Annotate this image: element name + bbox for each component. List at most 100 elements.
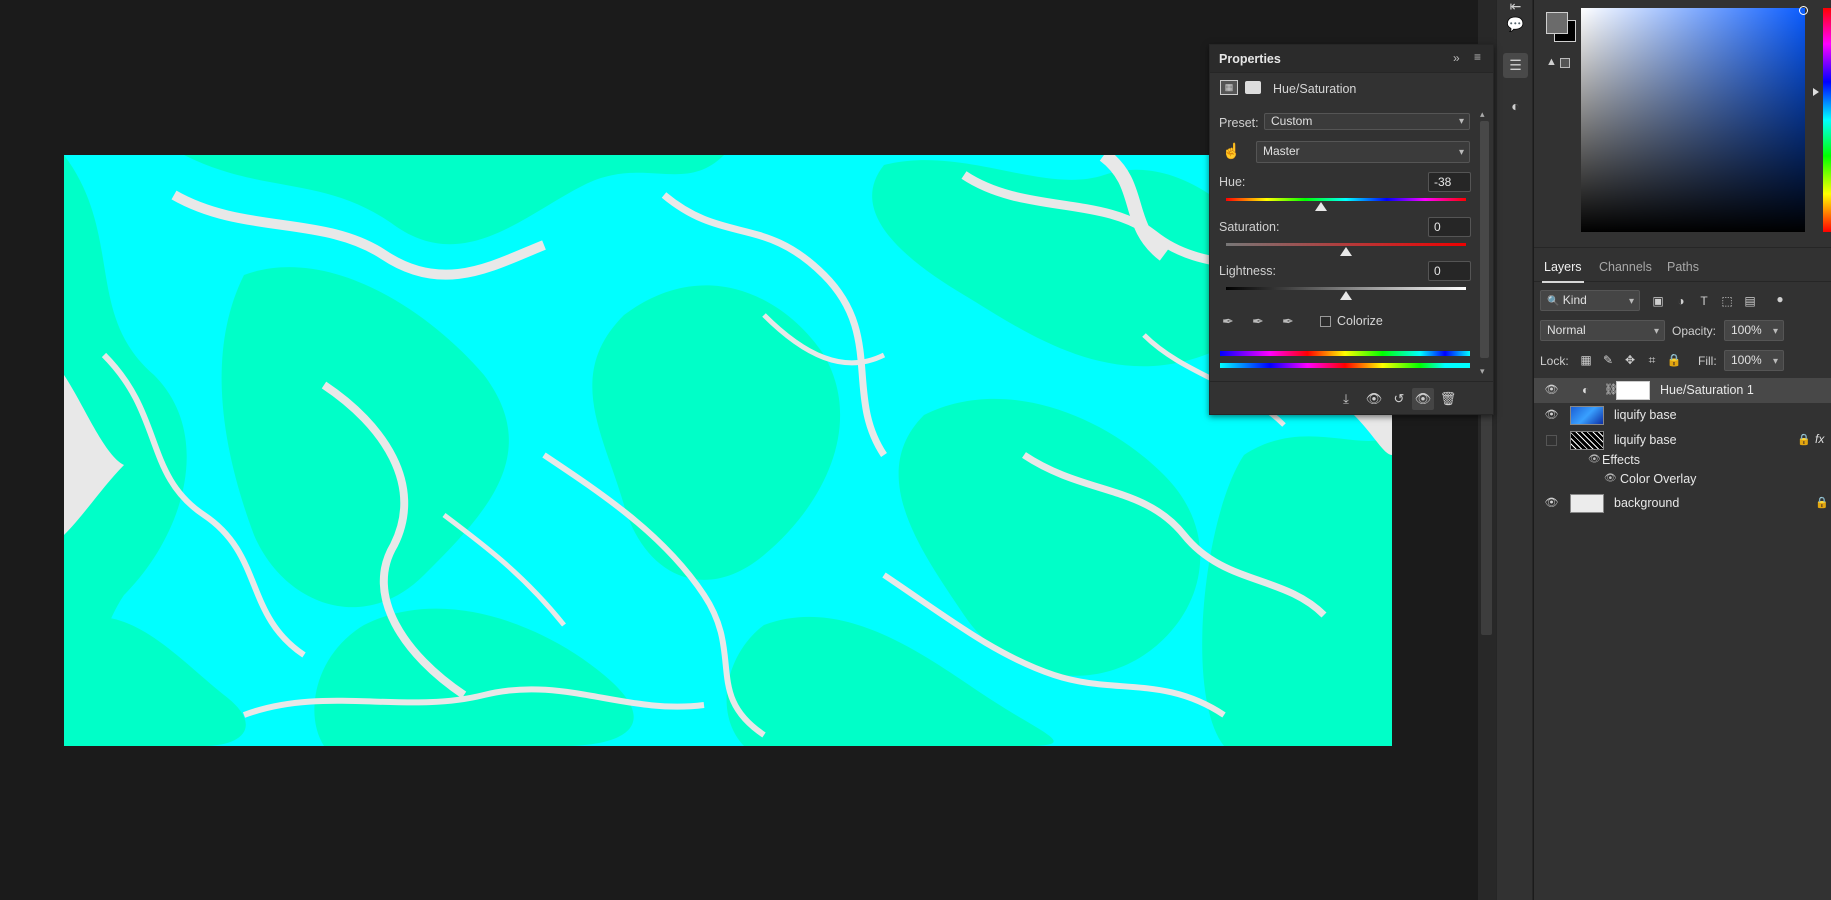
clip-to-layer-icon[interactable]: ⤓	[1335, 388, 1357, 410]
adjustment-grid-icon[interactable]: ▦	[1220, 80, 1238, 95]
hue-slider-track[interactable]	[1226, 198, 1466, 201]
saturation-slider-thumb[interactable]	[1340, 247, 1352, 256]
filter-shape-icon[interactable]: ⬚	[1719, 293, 1735, 309]
filter-type-icon[interactable]: T	[1696, 293, 1712, 309]
panel-icon-strip: ⇤ 💬 ☰ ◐	[1496, 0, 1533, 900]
chevron-down-icon: ▾	[1772, 356, 1778, 367]
web-safe-icon[interactable]	[1560, 58, 1570, 68]
layer-name[interactable]: Hue/Saturation 1	[1660, 383, 1754, 397]
opacity-input[interactable]: 100% ▾	[1724, 320, 1784, 341]
layer-row-liquify-base-2[interactable]: liquify base 🔒 fx	[1534, 428, 1831, 453]
properties-panel: Properties » ≡ ▦ Hue/Saturation Preset: …	[1209, 44, 1494, 415]
tab-paths[interactable]: Paths	[1667, 260, 1699, 274]
adjustment-layer-icon: ◐	[1582, 383, 1590, 397]
color-overlay-label: Color Overlay	[1620, 472, 1697, 486]
effects-label: Effects	[1602, 453, 1640, 467]
lock-icon: 🔒	[1815, 497, 1829, 509]
fx-badge[interactable]: fx	[1815, 432, 1824, 446]
gamut-warning-icon[interactable]: ▲	[1546, 56, 1557, 68]
layer-thumbnail[interactable]	[1570, 494, 1604, 513]
saturation-slider-track[interactable]	[1226, 243, 1466, 246]
saturation-input[interactable]: 0	[1428, 217, 1471, 237]
fill-label: Fill:	[1698, 354, 1717, 368]
chevron-up-icon[interactable]: ▴	[1480, 109, 1485, 120]
hue-input[interactable]: -38	[1428, 172, 1471, 192]
document-canvas[interactable]	[64, 155, 1392, 746]
panel-menu-icon[interactable]: ≡	[1474, 50, 1481, 64]
input-spectrum-bar	[1220, 351, 1470, 356]
eyedropper-icon[interactable]: ✒	[1222, 313, 1234, 330]
foreground-color-swatch[interactable]	[1546, 12, 1568, 34]
properties-title: Properties	[1219, 52, 1281, 66]
tab-layers[interactable]: Layers	[1542, 260, 1584, 283]
channel-value: Master	[1263, 144, 1300, 158]
colorize-checkbox[interactable]	[1320, 316, 1331, 327]
visibility-eye-icon[interactable]: 👁	[1544, 496, 1559, 510]
comments-icon[interactable]: 💬	[1503, 12, 1528, 37]
layer-thumbnail[interactable]	[1570, 406, 1604, 425]
adjustment-name: Hue/Saturation	[1273, 82, 1357, 96]
filter-pixel-icon[interactable]: ▣	[1650, 293, 1666, 309]
channel-select[interactable]: Master ▾	[1256, 141, 1470, 163]
filter-smart-object-icon[interactable]: ▤	[1742, 293, 1758, 309]
delete-icon[interactable]: 🗑	[1437, 388, 1459, 410]
layer-row-background[interactable]: 👁 background 🔒	[1534, 491, 1831, 516]
layer-row-hue-saturation[interactable]: 👁 ◐ ⛓ Hue/Saturation 1	[1534, 378, 1831, 403]
color-overlay-eye-icon[interactable]: 👁	[1604, 473, 1617, 484]
layers-tabs: Layers Channels Paths	[1534, 254, 1831, 283]
properties-header[interactable]: Properties » ≡	[1210, 45, 1493, 73]
view-previous-state-icon[interactable]: 👁	[1363, 388, 1385, 410]
collapse-panel-icon[interactable]: »	[1453, 51, 1460, 65]
properties-scrollbar[interactable]: ▴ ▾	[1478, 109, 1491, 383]
mask-icon[interactable]	[1245, 81, 1261, 94]
saturation-brightness-field[interactable]	[1581, 6, 1808, 232]
fill-value: 100%	[1731, 353, 1762, 367]
chevron-down-icon: ▾	[1628, 296, 1634, 307]
properties-icon[interactable]: ☰	[1503, 53, 1528, 78]
filter-kind-label: Kind	[1562, 293, 1587, 307]
hue-slider-arrow-icon[interactable]	[1813, 88, 1819, 96]
hue-strip[interactable]	[1823, 8, 1831, 232]
hue-slider-thumb[interactable]	[1314, 202, 1327, 211]
reset-icon[interactable]: ↺	[1388, 388, 1410, 410]
fill-input[interactable]: 100% ▾	[1724, 350, 1784, 371]
filter-adjustment-icon[interactable]: ◑	[1673, 293, 1689, 309]
toggle-visibility-icon[interactable]: 👁	[1412, 388, 1434, 410]
layer-effects-row[interactable]: 👁 Effects	[1534, 451, 1831, 471]
chevron-down-icon[interactable]: ▾	[1480, 366, 1485, 377]
lightness-slider-track[interactable]	[1226, 287, 1466, 290]
opacity-label: Opacity:	[1672, 324, 1717, 338]
layer-name[interactable]: liquify base	[1614, 433, 1677, 447]
lightness-slider-thumb[interactable]	[1340, 291, 1352, 300]
preset-select[interactable]: Custom ▾	[1264, 113, 1470, 130]
adjustments-icon[interactable]: ◐	[1503, 93, 1528, 118]
lightness-input[interactable]: 0	[1428, 261, 1471, 281]
chevron-down-icon: ▾	[1653, 326, 1659, 337]
layer-thumbnail[interactable]	[1570, 431, 1604, 450]
lock-artboard-icon[interactable]: ⌗	[1644, 352, 1660, 368]
eyedropper-subtract-icon[interactable]: ✒	[1282, 313, 1294, 330]
layer-row-liquify-base-1[interactable]: 👁 liquify base	[1534, 403, 1831, 428]
lock-label: Lock:	[1540, 354, 1569, 368]
lock-image-icon[interactable]: ✎	[1600, 352, 1616, 368]
blend-mode-select[interactable]: Normal ▾	[1540, 320, 1665, 341]
layer-name[interactable]: background	[1614, 496, 1679, 510]
layer-mask-thumbnail[interactable]	[1616, 381, 1650, 400]
filter-toggle-icon[interactable]: ●	[1772, 291, 1788, 307]
liquify-artwork	[64, 155, 1392, 746]
color-marker[interactable]	[1799, 6, 1808, 15]
tab-channels[interactable]: Channels	[1599, 260, 1652, 274]
visibility-eye-icon[interactable]: 👁	[1544, 383, 1559, 397]
visibility-eye-icon[interactable]: 👁	[1544, 408, 1559, 422]
lock-all-icon[interactable]: 🔒	[1666, 352, 1682, 368]
targeted-adjustment-hand-icon[interactable]: ☝	[1222, 142, 1241, 160]
layer-effect-color-overlay-row[interactable]: 👁 Color Overlay	[1534, 470, 1831, 490]
layer-name[interactable]: liquify base	[1614, 408, 1677, 422]
lock-position-icon[interactable]: ✥	[1622, 352, 1638, 368]
layer-filter-kind[interactable]: 🔍 Kind ▾	[1540, 290, 1640, 311]
lock-transparent-icon[interactable]: ▦	[1578, 352, 1594, 368]
eyedropper-add-icon[interactable]: ✒	[1252, 313, 1264, 330]
properties-scrollbar-thumb[interactable]	[1480, 121, 1489, 358]
visibility-toggle-empty[interactable]	[1546, 435, 1557, 446]
effects-eye-icon[interactable]: 👁	[1588, 454, 1601, 465]
